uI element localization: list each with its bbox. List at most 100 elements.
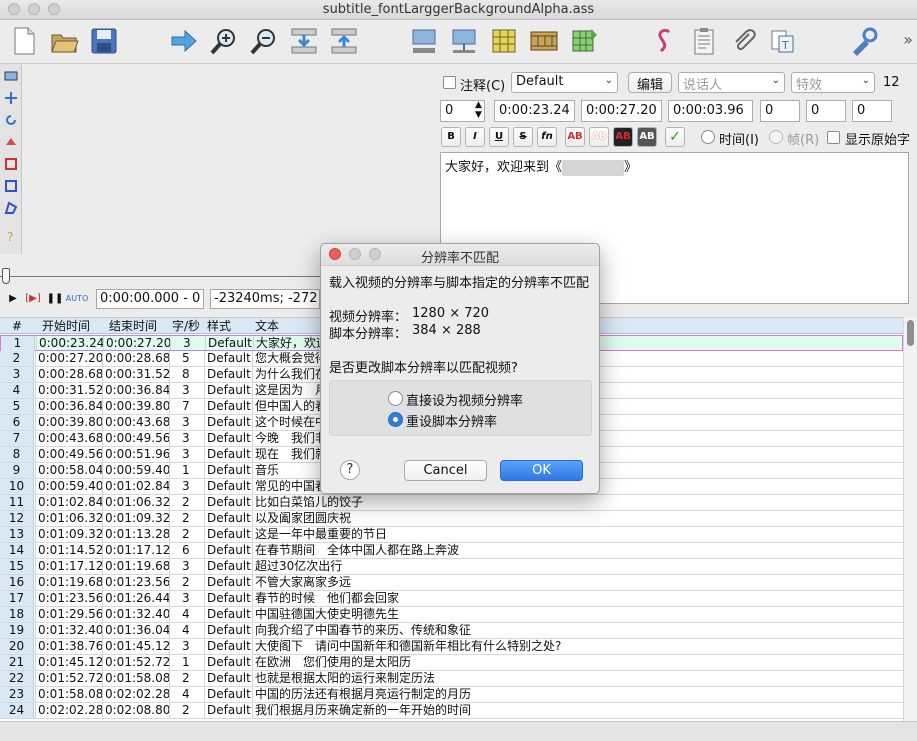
scale-tool-icon[interactable] <box>2 155 20 173</box>
video-display[interactable] <box>22 64 437 264</box>
italic-button[interactable]: I <box>465 127 485 147</box>
standard-tool-icon[interactable] <box>2 67 20 85</box>
film-strip-icon[interactable] <box>528 25 560 57</box>
auto-scroll-icon[interactable]: AUTO <box>66 290 89 306</box>
cell-index: 17 <box>0 591 34 606</box>
cancel-button[interactable]: Cancel <box>404 460 487 481</box>
comment-checkbox[interactable] <box>443 76 456 89</box>
cell-text: 在春节期间 全体中国人都在路上奔波 <box>255 543 460 557</box>
video-offset-field[interactable]: -23240ms; -272 <box>210 289 320 309</box>
table-row[interactable]: 21 0:01:45.12 0:01:52.72 1 Default 在欧洲 您们使用的是… <box>0 655 903 671</box>
cell-cps: 2 <box>182 511 190 525</box>
cell-style: Default <box>207 591 251 605</box>
cell-start-time: 0:01:58.08 <box>38 687 104 701</box>
jump-end-icon[interactable] <box>328 25 360 57</box>
secondary-color-button[interactable]: AB <box>589 127 609 147</box>
table-row[interactable]: 17 0:01:23.56 0:01:26.44 3 Default 春节的时候 他们都会… <box>0 591 903 607</box>
commit-checkmark-icon[interactable]: ✓ <box>665 127 685 147</box>
underline-button[interactable]: U <box>489 127 509 147</box>
frame-radio[interactable] <box>769 130 783 144</box>
drag-tool-icon[interactable] <box>2 89 20 107</box>
outline-color-button[interactable]: AB <box>613 127 633 147</box>
jump-to-icon[interactable] <box>168 25 200 57</box>
style-select[interactable]: Default ⌄ <box>511 72 618 93</box>
bold-button[interactable]: B <box>441 127 461 147</box>
column-divider <box>204 575 205 590</box>
jump-start-icon[interactable] <box>288 25 320 57</box>
table-row[interactable]: 23 0:01:58.08 0:02:02.28 4 Default 中国的历法还有根据月… <box>0 687 903 703</box>
column-divider <box>252 399 253 414</box>
snap-start-icon[interactable] <box>408 25 440 57</box>
grid-scrollbar[interactable] <box>903 317 917 721</box>
save-icon[interactable] <box>88 25 120 57</box>
margin-right-field[interactable]: 0 <box>806 100 846 122</box>
primary-color-button[interactable]: AB <box>565 127 585 147</box>
table-row[interactable]: 13 0:01:09.32 0:01:13.28 2 Default 这是一年中最重要的节… <box>0 527 903 543</box>
play-icon[interactable]: ▶ <box>4 290 22 306</box>
strikeout-button[interactable]: S <box>513 127 533 147</box>
column-divider <box>252 559 253 574</box>
cell-text: 音乐 <box>255 463 280 477</box>
zoom-out-icon[interactable] <box>248 25 280 57</box>
pause-icon[interactable]: ❚❚ <box>46 290 64 306</box>
cell-cps: 2 <box>182 495 190 509</box>
table-row[interactable]: 22 0:01:52.72 0:01:58.08 2 Default 也就是根据太阳的运行… <box>0 671 903 687</box>
edit-style-button[interactable]: 编辑 <box>628 72 672 93</box>
table-row[interactable]: 18 0:01:29.56 0:01:32.40 4 Default 中国驻德国大使史明德… <box>0 607 903 623</box>
duration-field[interactable]: 0:00:03.96 <box>668 100 753 122</box>
script-s-icon[interactable] <box>648 25 680 57</box>
table-row[interactable]: 16 0:01:19.68 0:01:23.56 2 Default 不管大家离家多远 <box>0 575 903 591</box>
snap-end-icon[interactable] <box>448 25 480 57</box>
open-folder-icon[interactable] <box>48 25 80 57</box>
cell-index: 2 <box>0 351 34 366</box>
spreadsheet-icon[interactable] <box>568 25 600 57</box>
table-row[interactable]: 19 0:01:32.40 0:01:36.04 4 Default 向我介绍了中国春节的… <box>0 623 903 639</box>
grid-scroll-thumb[interactable] <box>907 320 914 346</box>
end-time-field[interactable]: 0:00:27.20 <box>581 100 662 122</box>
shadow-color-button[interactable]: AB <box>637 127 657 147</box>
set-video-resolution-radio[interactable] <box>388 391 403 406</box>
layer-stepper-icon[interactable]: ▲ ▼ <box>475 100 482 120</box>
video-time-field[interactable]: 0:00:00.000 - 0 <box>96 289 204 309</box>
margin-left-field[interactable]: 0 <box>760 100 800 122</box>
cell-cps: 5 <box>182 351 190 365</box>
cell-text: 这是因为 月 <box>255 383 328 397</box>
attachment-icon[interactable] <box>728 25 760 57</box>
rotate-z-tool-icon[interactable] <box>2 111 20 129</box>
table-row[interactable]: 14 0:01:14.52 0:01:17.12 6 Default 在春节期间 全体中国… <box>0 543 903 559</box>
ok-button[interactable]: OK <box>500 460 583 481</box>
table-row[interactable]: 24 0:02:02.28 0:02:08.80 2 Default 我们根据月历来确定新… <box>0 703 903 719</box>
automation-icon[interactable] <box>848 25 880 57</box>
table-row[interactable]: 15 0:01:17.12 0:01:19.68 3 Default 超过30亿次出行 <box>0 559 903 575</box>
column-divider <box>102 623 103 638</box>
effect-select[interactable]: 特效 ⌄ <box>791 72 875 93</box>
column-divider <box>102 527 103 542</box>
resample-script-radio[interactable] <box>388 412 403 427</box>
rotate-xy-tool-icon[interactable] <box>2 133 20 151</box>
play-line-icon[interactable]: [▶] <box>24 290 42 306</box>
zoom-in-icon[interactable] <box>208 25 240 57</box>
show-original-checkbox[interactable] <box>827 131 840 144</box>
new-file-icon[interactable] <box>8 25 40 57</box>
column-divider <box>204 655 205 670</box>
cell-style: Default <box>207 639 251 653</box>
font-collector-icon[interactable]: T <box>768 25 800 57</box>
font-button[interactable]: fn <box>537 127 557 147</box>
styles-grid-icon[interactable] <box>488 25 520 57</box>
time-radio[interactable] <box>701 130 715 144</box>
toolbar-overflow-icon[interactable]: » <box>903 30 913 49</box>
column-divider <box>35 703 36 718</box>
margin-vertical-field[interactable]: 0 <box>852 100 892 122</box>
clipboard-icon[interactable] <box>688 25 720 57</box>
seek-thumb[interactable] <box>2 268 10 284</box>
start-time-field[interactable]: 0:00:23.24 <box>494 100 575 122</box>
dialog-help-button[interactable]: ? <box>340 460 360 480</box>
table-row[interactable]: 12 0:01:06.32 0:01:09.32 2 Default 以及阖家团圆庆祝 <box>0 511 903 527</box>
cell-style: Default <box>207 495 251 509</box>
table-row[interactable]: 20 0:01:38.76 0:01:45.12 3 Default 大使阁下 请问中国新… <box>0 639 903 655</box>
table-row[interactable]: 11 0:01:02.84 0:01:06.32 2 Default 比如白菜馅儿的饺子 <box>0 495 903 511</box>
vector-clip-tool-icon[interactable] <box>2 199 20 217</box>
actor-select[interactable]: 说话人 ⌄ <box>678 72 785 93</box>
clip-tool-icon[interactable] <box>2 177 20 195</box>
help-tool-icon[interactable]: ? <box>2 227 20 245</box>
